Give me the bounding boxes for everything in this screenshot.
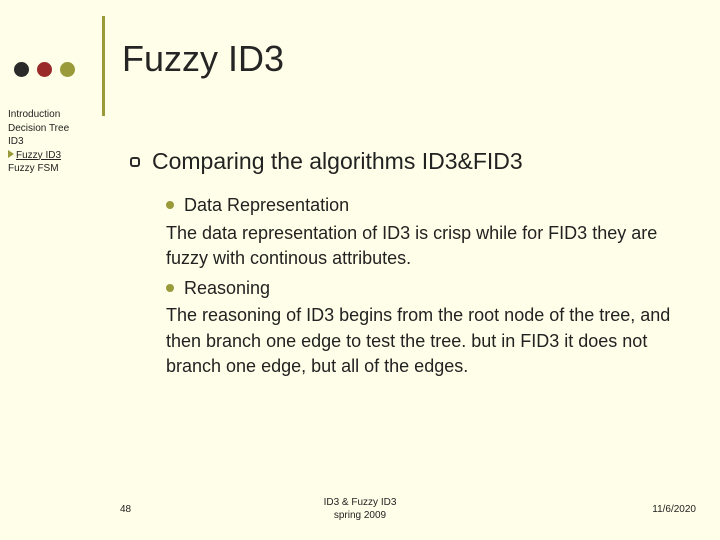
page-title: Fuzzy ID3 [122,38,284,80]
section-heading: Comparing the algorithms ID3&FID3 [152,148,523,175]
section-heading-row: Comparing the algorithms ID3&FID3 [130,148,690,175]
paragraph-text: The data representation of ID3 is crisp … [166,223,657,269]
footer-center: ID3 & Fuzzy ID3 spring 2009 [0,496,720,522]
footer-date: 11/6/2020 [652,504,696,515]
paragraph: The data representation of ID3 is crisp … [166,221,690,272]
footer-title: ID3 & Fuzzy ID3 [324,497,397,508]
main-content: Comparing the algorithms ID3&FID3 Data R… [130,148,690,380]
vertical-divider [102,16,105,116]
paragraph-text: The reasoning of ID3 begins from the roo… [166,305,670,376]
paragraph: The reasoning of ID3 begins from the roo… [166,303,690,380]
dot-icon [14,62,29,77]
dot-icon [60,62,75,77]
list-item-label: Reasoning [184,276,270,302]
bullet-icon [166,201,174,209]
sidebar-item-label: Fuzzy ID3 [16,150,61,161]
sidebar-item-fuzzy-id3: Fuzzy ID3 [8,149,98,163]
sidebar-item-introduction: Introduction [8,108,98,122]
arrow-right-icon [8,150,14,158]
bullet-icon [166,284,174,292]
bullet-list: Data Representation The data representat… [130,193,690,380]
sidebar-item-fuzzy-fsm: Fuzzy FSM [8,162,98,176]
list-item-label: Data Representation [184,193,349,219]
decor-dots [14,62,75,77]
sidebar-item-decision-tree: Decision Tree [8,122,98,136]
footer: 48 ID3 & Fuzzy ID3 spring 2009 11/6/2020 [0,496,720,522]
list-item: Reasoning [166,276,690,302]
footer-subtitle: spring 2009 [334,510,386,521]
page-number: 48 [120,504,131,515]
dot-icon [37,62,52,77]
list-item: Data Representation [166,193,690,219]
square-bullet-icon [130,157,140,167]
sidebar-nav: Introduction Decision Tree ID3 Fuzzy ID3… [8,108,98,176]
sidebar-item-id3: ID3 [8,135,98,149]
